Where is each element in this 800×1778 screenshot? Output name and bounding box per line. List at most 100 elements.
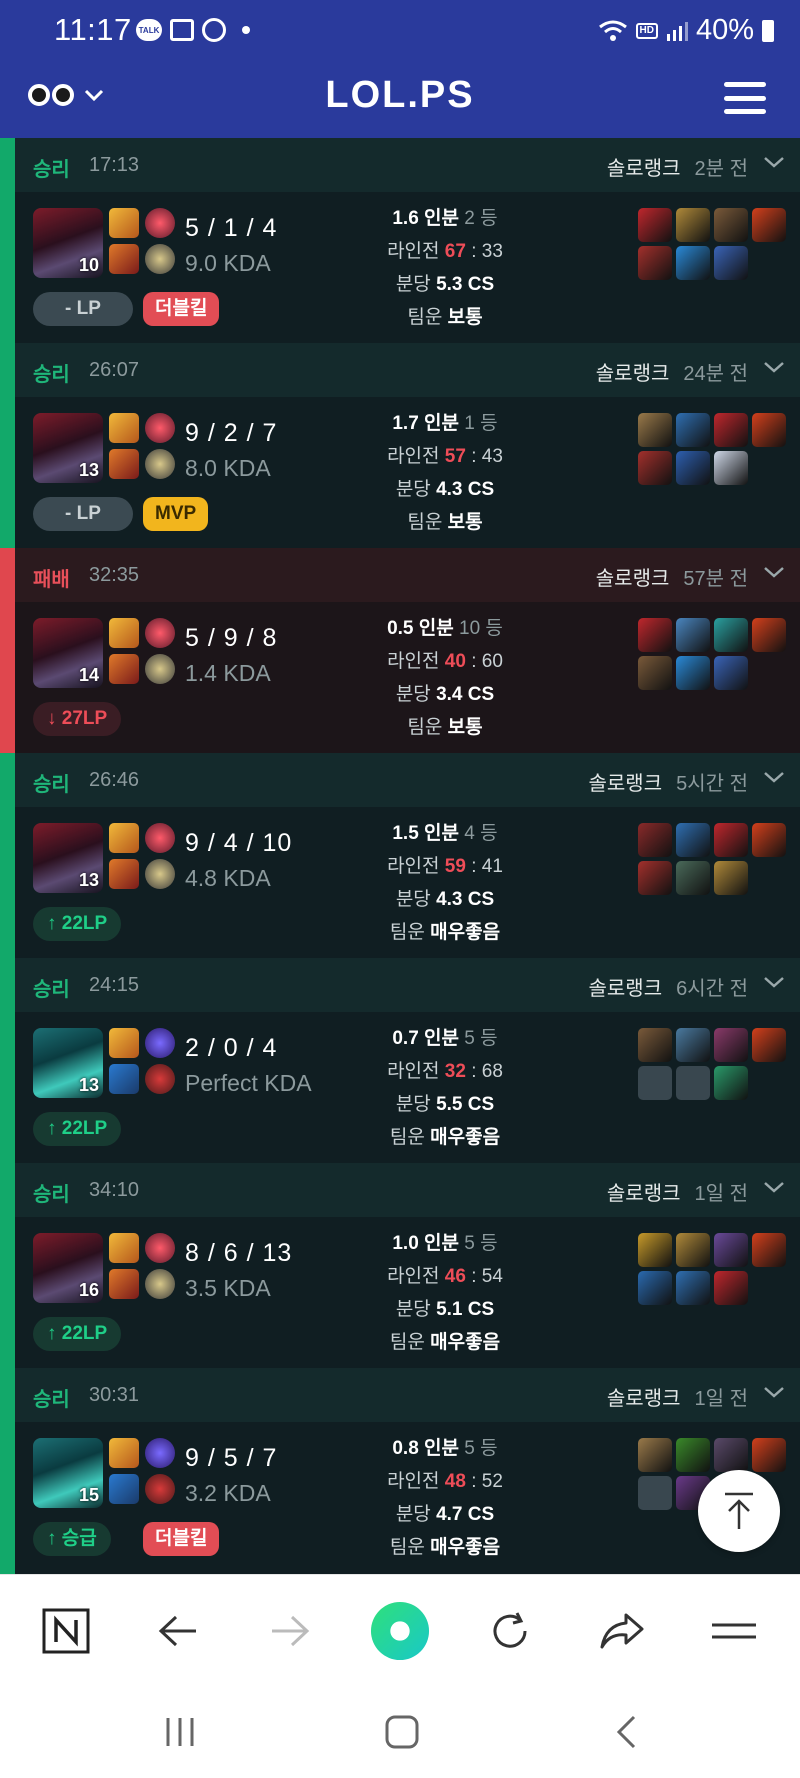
primary-rune-icon[interactable] bbox=[145, 208, 175, 238]
item-icon[interactable] bbox=[676, 246, 710, 280]
item-icon[interactable] bbox=[752, 1028, 786, 1062]
item-icon[interactable] bbox=[638, 451, 672, 485]
refresh-button[interactable] bbox=[480, 1601, 540, 1661]
item-icon[interactable] bbox=[714, 1271, 748, 1305]
chevron-down-icon[interactable] bbox=[762, 1175, 786, 1199]
chevron-down-icon[interactable] bbox=[762, 765, 786, 789]
champion-portrait[interactable]: 13 bbox=[33, 1028, 103, 1098]
secondary-rune-icon[interactable] bbox=[145, 859, 175, 889]
flash-spell-icon[interactable] bbox=[109, 823, 139, 853]
item-icon[interactable] bbox=[676, 1028, 710, 1062]
home-button[interactable] bbox=[372, 1712, 432, 1752]
chevron-down-icon[interactable] bbox=[762, 355, 786, 379]
recent-apps-button[interactable] bbox=[150, 1712, 210, 1752]
item-icon[interactable] bbox=[752, 1438, 786, 1472]
share-button[interactable] bbox=[592, 1601, 652, 1661]
back-button[interactable] bbox=[148, 1601, 208, 1661]
item-icon[interactable] bbox=[638, 1476, 672, 1510]
champion-portrait[interactable]: 14 bbox=[33, 618, 103, 688]
back-to-top-button[interactable] bbox=[698, 1470, 780, 1552]
chevron-down-icon[interactable] bbox=[762, 1380, 786, 1404]
ignite-spell-icon[interactable] bbox=[109, 1269, 139, 1299]
primary-rune-icon[interactable] bbox=[145, 823, 175, 853]
item-icon[interactable] bbox=[676, 413, 710, 447]
item-icon[interactable] bbox=[676, 823, 710, 857]
item-icon[interactable] bbox=[638, 208, 672, 242]
item-icon[interactable] bbox=[714, 656, 748, 690]
secondary-rune-icon[interactable] bbox=[145, 244, 175, 274]
item-icon[interactable] bbox=[638, 1028, 672, 1062]
home-circle-button[interactable] bbox=[370, 1601, 430, 1661]
flash-spell-icon[interactable] bbox=[109, 618, 139, 648]
chevron-down-icon[interactable] bbox=[762, 970, 786, 994]
champion-portrait[interactable]: 16 bbox=[33, 1233, 103, 1303]
naver-n-icon[interactable] bbox=[36, 1601, 96, 1661]
item-icon[interactable] bbox=[714, 1233, 748, 1267]
flash-spell-icon[interactable] bbox=[109, 413, 139, 443]
app-title[interactable]: LOL.PS bbox=[0, 74, 800, 117]
ignite-spell-icon[interactable] bbox=[109, 449, 139, 479]
item-icon[interactable] bbox=[714, 413, 748, 447]
primary-rune-icon[interactable] bbox=[145, 413, 175, 443]
cleanse-spell-icon[interactable] bbox=[109, 1064, 139, 1094]
secondary-rune-icon[interactable] bbox=[145, 449, 175, 479]
item-icon[interactable] bbox=[714, 451, 748, 485]
item-icon[interactable] bbox=[638, 1233, 672, 1267]
system-back-button[interactable] bbox=[596, 1712, 656, 1752]
match-card[interactable]: 승리 26:07 솔로랭크 24분 전 13 9 / 2 / 7 8.0 KDA… bbox=[0, 343, 800, 549]
primary-rune-icon[interactable] bbox=[145, 618, 175, 648]
item-icon[interactable] bbox=[714, 618, 748, 652]
item-icon[interactable] bbox=[714, 246, 748, 280]
item-icon[interactable] bbox=[752, 208, 786, 242]
item-icon[interactable] bbox=[676, 451, 710, 485]
match-card[interactable]: 승리 30:31 솔로랭크 1일 전 15 9 / 5 / 7 3.2 KDA … bbox=[0, 1368, 800, 1574]
secondary-rune-icon[interactable] bbox=[145, 1064, 175, 1094]
item-icon[interactable] bbox=[714, 823, 748, 857]
item-icon[interactable] bbox=[676, 1271, 710, 1305]
item-icon[interactable] bbox=[638, 1438, 672, 1472]
hamburger-menu-icon[interactable] bbox=[724, 82, 766, 114]
primary-rune-icon[interactable] bbox=[145, 1438, 175, 1468]
item-icon[interactable] bbox=[752, 1233, 786, 1267]
flash-spell-icon[interactable] bbox=[109, 208, 139, 238]
flash-spell-icon[interactable] bbox=[109, 1233, 139, 1263]
secondary-rune-icon[interactable] bbox=[145, 1269, 175, 1299]
item-icon[interactable] bbox=[714, 1438, 748, 1472]
ignite-spell-icon[interactable] bbox=[109, 859, 139, 889]
champion-portrait[interactable]: 13 bbox=[33, 413, 103, 483]
item-icon[interactable] bbox=[714, 1028, 748, 1062]
flash-spell-icon[interactable] bbox=[109, 1028, 139, 1058]
item-icon[interactable] bbox=[676, 1438, 710, 1472]
item-icon[interactable] bbox=[638, 656, 672, 690]
item-icon[interactable] bbox=[752, 413, 786, 447]
ignite-spell-icon[interactable] bbox=[109, 244, 139, 274]
item-icon[interactable] bbox=[676, 618, 710, 652]
item-icon[interactable] bbox=[676, 656, 710, 690]
browser-menu-button[interactable] bbox=[704, 1601, 764, 1661]
item-icon[interactable] bbox=[752, 618, 786, 652]
match-card[interactable]: 승리 26:46 솔로랭크 5시간 전 13 9 / 4 / 10 4.8 KD… bbox=[0, 753, 800, 959]
match-card[interactable]: 패배 32:35 솔로랭크 57분 전 14 5 / 9 / 8 1.4 KDA… bbox=[0, 548, 800, 754]
chevron-down-icon[interactable] bbox=[762, 150, 786, 174]
item-icon[interactable] bbox=[638, 1066, 672, 1100]
item-icon[interactable] bbox=[638, 823, 672, 857]
match-card[interactable]: 승리 17:13 솔로랭크 2분 전 10 5 / 1 / 4 9.0 KDA … bbox=[0, 138, 800, 344]
champion-portrait[interactable]: 15 bbox=[33, 1438, 103, 1508]
cleanse-spell-icon[interactable] bbox=[109, 1474, 139, 1504]
flash-spell-icon[interactable] bbox=[109, 1438, 139, 1468]
forward-button[interactable] bbox=[260, 1601, 320, 1661]
item-icon[interactable] bbox=[638, 1271, 672, 1305]
primary-rune-icon[interactable] bbox=[145, 1233, 175, 1263]
match-card[interactable]: 승리 24:15 솔로랭크 6시간 전 13 2 / 0 / 4 Perfect… bbox=[0, 958, 800, 1164]
champion-portrait[interactable]: 13 bbox=[33, 823, 103, 893]
item-icon[interactable] bbox=[638, 618, 672, 652]
item-icon[interactable] bbox=[676, 1233, 710, 1267]
item-icon[interactable] bbox=[714, 208, 748, 242]
item-icon[interactable] bbox=[676, 861, 710, 895]
secondary-rune-icon[interactable] bbox=[145, 654, 175, 684]
secondary-rune-icon[interactable] bbox=[145, 1474, 175, 1504]
item-icon[interactable] bbox=[752, 823, 786, 857]
item-icon[interactable] bbox=[676, 1066, 710, 1100]
chevron-down-icon[interactable] bbox=[762, 560, 786, 584]
match-card[interactable]: 승리 34:10 솔로랭크 1일 전 16 8 / 6 / 13 3.5 KDA… bbox=[0, 1163, 800, 1369]
